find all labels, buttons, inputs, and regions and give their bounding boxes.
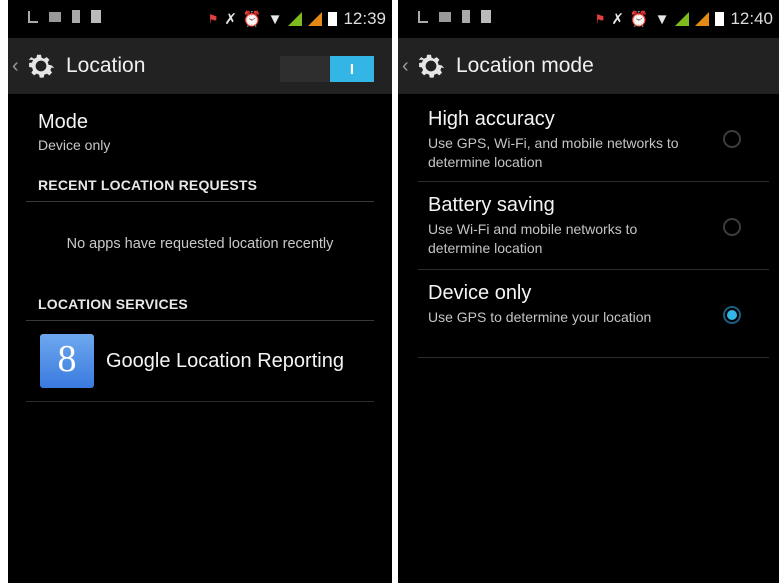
option-description: Use GPS to determine your location xyxy=(428,309,652,325)
screenshot-icon xyxy=(49,11,61,22)
action-bar: ‹ Location mode xyxy=(398,38,779,94)
option-high-accuracy[interactable]: High accuracy Use GPS, Wi-Fi, and mobile… xyxy=(418,94,769,182)
mode-preference[interactable]: Mode Device only xyxy=(26,94,374,177)
mode-title: Mode xyxy=(38,111,89,133)
toggle-thumb[interactable]: I xyxy=(330,56,374,82)
back-chevron-icon[interactable]: ‹ xyxy=(402,55,412,78)
option-title: High accuracy xyxy=(428,108,555,130)
location-toggle[interactable]: I xyxy=(280,56,374,82)
usb-icon xyxy=(418,10,428,23)
empty-message: No apps have requested location recently xyxy=(66,236,334,252)
signal-icon xyxy=(288,12,303,26)
settings-list: Mode Device only RECENT LOCATION REQUEST… xyxy=(8,94,392,402)
settings-gear-icon[interactable] xyxy=(414,49,448,83)
option-description: Use Wi-Fi and mobile networks to determi… xyxy=(428,221,638,256)
option-device-only[interactable]: Device only Use GPS to determine your lo… xyxy=(418,270,769,358)
action-bar: ‹ Location I xyxy=(8,38,392,94)
signal-icon-2 xyxy=(308,12,323,26)
notification-icons xyxy=(28,10,101,23)
mode-summary: Device only xyxy=(38,137,111,153)
service-google-location-reporting[interactable]: 8 Google Location Reporting xyxy=(26,321,374,402)
option-battery-saving[interactable]: Battery saving Use Wi-Fi and mobile netw… xyxy=(418,182,769,270)
system-icons: ⚑ ✗ ⏰ ▼ 12:40 xyxy=(595,9,773,29)
signal-icon xyxy=(675,12,690,26)
mode-options-list: High accuracy Use GPS, Wi-Fi, and mobile… xyxy=(398,94,779,358)
battery-icon xyxy=(328,12,338,26)
page-title: Location xyxy=(66,54,146,77)
service-label: Google Location Reporting xyxy=(106,349,344,372)
settings-gear-icon[interactable] xyxy=(24,49,58,83)
location-settings-screen: ⚑ ✗ ⏰ ▼ 12:39 ‹ Location I Mode Device o… xyxy=(8,0,392,583)
gps-icon: ⚑ xyxy=(207,12,219,26)
wifi-icon: ▼ xyxy=(267,10,283,28)
recent-requests-header: RECENT LOCATION REQUESTS xyxy=(26,177,374,202)
status-bar: ⚑ ✗ ⏰ ▼ 12:39 xyxy=(8,0,392,38)
storage-icon xyxy=(481,10,491,23)
battery-icon xyxy=(715,12,725,26)
radio-button[interactable] xyxy=(723,218,741,236)
option-title: Device only xyxy=(428,282,532,304)
page-title: Location mode xyxy=(456,54,594,77)
sd-card-icon xyxy=(72,10,80,23)
recent-requests-empty: No apps have requested location recently xyxy=(26,202,374,286)
bluetooth-icon: ✗ xyxy=(611,11,624,28)
back-chevron-icon[interactable]: ‹ xyxy=(12,55,22,78)
sd-card-icon xyxy=(462,10,470,23)
usb-icon xyxy=(28,10,38,23)
radio-button-selected[interactable] xyxy=(723,306,741,324)
option-title: Battery saving xyxy=(428,194,555,216)
bluetooth-icon: ✗ xyxy=(224,11,237,28)
storage-icon xyxy=(91,10,101,23)
google-icon: 8 xyxy=(40,334,94,388)
status-time: 12:39 xyxy=(343,9,386,28)
status-time: 12:40 xyxy=(730,9,773,28)
radio-button[interactable] xyxy=(723,130,741,148)
alarm-icon: ⏰ xyxy=(242,11,262,28)
notification-icons xyxy=(418,10,491,23)
location-services-header: LOCATION SERVICES xyxy=(26,286,374,321)
alarm-icon: ⏰ xyxy=(629,11,649,28)
wifi-icon: ▼ xyxy=(654,10,670,28)
location-mode-screen: ⚑ ✗ ⏰ ▼ 12:40 ‹ Location mode High accur… xyxy=(398,0,779,583)
system-icons: ⚑ ✗ ⏰ ▼ 12:39 xyxy=(208,9,386,29)
status-bar: ⚑ ✗ ⏰ ▼ 12:40 xyxy=(398,0,779,38)
signal-icon-2 xyxy=(695,12,710,26)
screenshot-icon xyxy=(439,11,451,22)
gps-icon: ⚑ xyxy=(594,12,606,26)
option-description: Use GPS, Wi-Fi, and mobile networks to d… xyxy=(428,135,679,170)
